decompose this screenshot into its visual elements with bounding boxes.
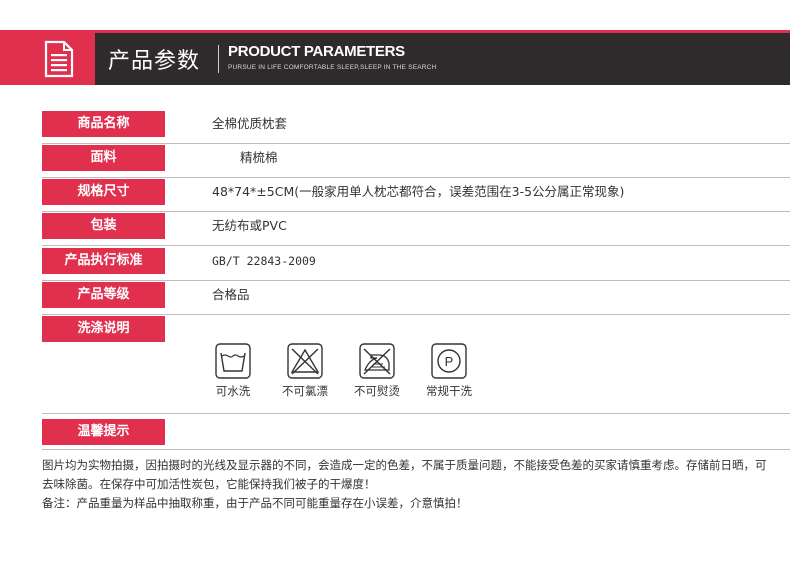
row-divider — [42, 177, 790, 178]
document-icon — [44, 40, 74, 78]
param-label: 包装 — [42, 213, 165, 239]
care-label: 常规干洗 — [426, 384, 472, 398]
header-title-cn: 产品参数 — [108, 49, 201, 74]
param-value: 全棉优质枕套 — [212, 116, 288, 131]
param-row-size: 规格尺寸 48*74*±5CM(一般家用单人枕芯都符合，误差范围在3-5公分属正… — [42, 179, 790, 212]
note-remark: 备注：产品重量为样品中抽取称重，由于产品不同可能重量存在小误差，介意慎拍！ — [42, 496, 468, 510]
warm-tips-label: 温馨提示 — [42, 419, 165, 445]
no-iron-icon — [359, 343, 395, 379]
row-divider — [42, 143, 790, 144]
notes-block: 图片均为实物拍摄，因拍摄时的光线及显示器的不同，会造成一定的色差，不属于质量问题… — [42, 456, 772, 513]
row-divider — [42, 211, 790, 212]
param-label: 规格尺寸 — [42, 179, 165, 205]
row-divider — [42, 245, 790, 246]
care-label: 可水洗 — [215, 384, 251, 398]
row-divider — [42, 314, 790, 315]
row-divider — [42, 413, 790, 414]
param-label: 产品等级 — [42, 282, 165, 308]
param-value: 无纺布或PVC — [212, 218, 287, 233]
param-row-fabric: 面料 精梳棉 — [42, 145, 790, 178]
header-subtitle: PURSUE IN LIFE COMFORTABLE SLEEP,SLEEP I… — [228, 64, 437, 71]
param-label: 面料 — [42, 145, 165, 171]
header-title-en: PRODUCT PARAMETERS — [228, 43, 405, 60]
warm-tips-row: 温馨提示 — [42, 419, 790, 445]
section-header: 产品参数 PRODUCT PARAMETERS PURSUE IN LIFE C… — [0, 33, 790, 85]
param-label: 洗涤说明 — [42, 316, 165, 342]
care-label: 不可熨烫 — [354, 384, 400, 398]
param-value: 48*74*±5CM(一般家用单人枕芯都符合，误差范围在3-5公分属正常现象) — [212, 184, 625, 199]
header-accent-block — [0, 33, 95, 85]
header-separator — [218, 45, 219, 73]
svg-text:P: P — [445, 354, 454, 369]
param-row-name: 商品名称 全棉优质枕套 — [42, 111, 790, 144]
param-label: 产品执行标准 — [42, 248, 165, 274]
care-item-dry-clean: P 常规干洗 — [414, 343, 484, 399]
param-value: 精梳棉 — [240, 150, 278, 165]
param-row-washing: 洗涤说明 — [42, 316, 790, 342]
param-label: 商品名称 — [42, 111, 165, 137]
row-divider — [42, 449, 790, 450]
param-row-grade: 产品等级 合格品 — [42, 282, 790, 315]
param-row-standard: 产品执行标准 GB/T 22843-2009 — [42, 248, 790, 281]
care-item-hand-wash: 可水洗 — [198, 343, 268, 399]
dry-clean-icon: P — [431, 343, 467, 379]
row-divider — [42, 280, 790, 281]
care-item-no-iron: 不可熨烫 — [342, 343, 412, 399]
param-value: 合格品 — [212, 287, 250, 302]
note-text: 图片均为实物拍摄，因拍摄时的光线及显示器的不同，会造成一定的色差，不属于质量问题… — [42, 458, 767, 491]
no-bleach-icon — [287, 343, 323, 379]
care-item-no-bleach: 不可氯漂 — [270, 343, 340, 399]
param-row-packaging: 包装 无纺布或PVC — [42, 213, 790, 246]
care-label: 不可氯漂 — [282, 384, 328, 398]
param-value: GB/T 22843-2009 — [212, 254, 316, 268]
hand-wash-icon — [215, 343, 251, 379]
